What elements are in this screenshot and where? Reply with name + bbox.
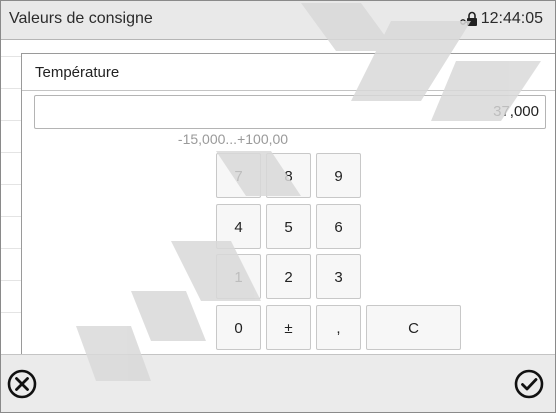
key-clear[interactable]: C	[366, 305, 461, 350]
key-3[interactable]: 3	[316, 254, 361, 299]
key-4[interactable]: 4	[216, 204, 261, 249]
clock-time: 12:44:05	[480, 10, 543, 27]
key-5[interactable]: 5	[266, 204, 311, 249]
page-title: Valeurs de consigne	[9, 10, 153, 27]
divider	[22, 90, 555, 91]
key-8[interactable]: 8	[266, 153, 311, 198]
value-input[interactable]: 37,000	[34, 95, 546, 129]
key-plus-minus[interactable]: ±	[266, 305, 311, 350]
key-7[interactable]: 7	[216, 153, 261, 198]
key-comma[interactable]: ,	[316, 305, 361, 350]
key-6[interactable]: 6	[316, 204, 361, 249]
status-area: 12:44:05	[459, 10, 543, 28]
range-hint: -15,000...+100,00	[22, 131, 555, 147]
key-9[interactable]: 9	[316, 153, 361, 198]
setpoint-dialog: Température 37,000 -15,000...+100,00 7 8…	[21, 53, 555, 356]
check-circle-icon	[514, 369, 544, 399]
app-window: Valeurs de consigne 12:44:05 Température	[0, 0, 556, 413]
cancel-button[interactable]	[6, 368, 38, 400]
lock-key-icon	[459, 11, 478, 27]
dialog-title: Température	[35, 64, 120, 81]
range-text: -15,000...+100,00	[177, 131, 289, 147]
action-bar	[1, 354, 555, 412]
key-2[interactable]: 2	[266, 254, 311, 299]
title-bar: Valeurs de consigne 12:44:05	[1, 1, 555, 40]
confirm-button[interactable]	[513, 368, 545, 400]
key-0[interactable]: 0	[216, 305, 261, 350]
value-text: 37,000	[493, 103, 539, 120]
close-circle-icon	[7, 369, 37, 399]
key-1[interactable]: 1	[216, 254, 261, 299]
